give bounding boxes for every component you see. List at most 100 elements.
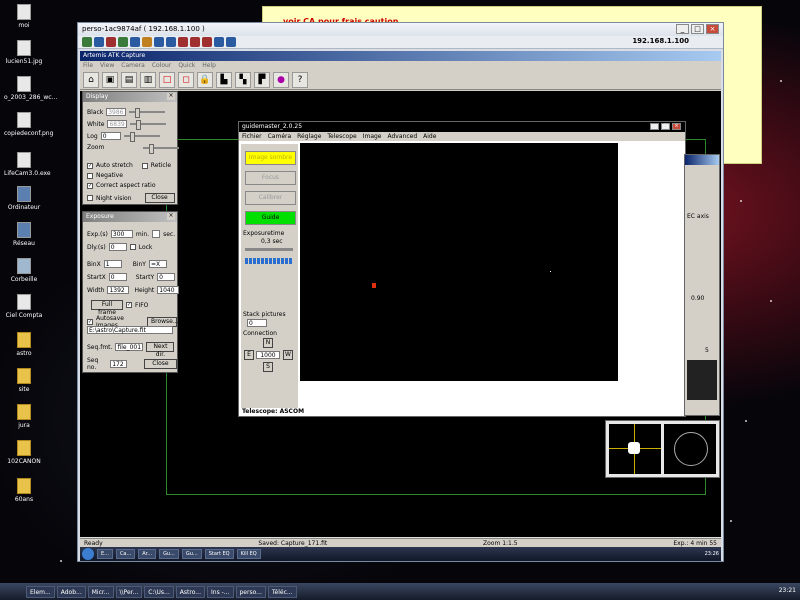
- guidemaster-titlebar[interactable]: guidemaster_2.0.25 _ □ ×: [239, 122, 685, 132]
- white-field[interactable]: 6839: [107, 120, 128, 128]
- calibrate-button[interactable]: Calibrer: [245, 191, 296, 205]
- taskbar-item[interactable]: \\Per...: [115, 585, 143, 598]
- desktop-icon[interactable]: site: [4, 368, 44, 393]
- menu-quick[interactable]: Quick: [178, 62, 195, 69]
- desktop-icon[interactable]: jura: [4, 404, 44, 429]
- menu-aide[interactable]: Aide: [423, 133, 436, 140]
- exposure-panel-header[interactable]: Exposure ×: [83, 212, 177, 222]
- network-icon[interactable]: [166, 37, 176, 47]
- desktop-icon[interactable]: 60ans: [4, 478, 44, 503]
- menu-camera[interactable]: Caméra: [268, 133, 292, 140]
- help-icon[interactable]: [226, 37, 236, 47]
- maximize-button[interactable]: □: [691, 24, 704, 34]
- desktop-icon[interactable]: copiedeconf.png: [4, 112, 53, 137]
- exp-field[interactable]: 300: [110, 230, 133, 238]
- north-button[interactable]: N: [263, 338, 273, 348]
- menu-reglage[interactable]: Réglage: [297, 133, 321, 140]
- correct-aspect-checkbox[interactable]: ✓: [87, 182, 93, 189]
- log-field[interactable]: 0: [100, 132, 121, 140]
- filter-icon[interactable]: ▙: [216, 72, 232, 88]
- zoom-slider[interactable]: [143, 143, 180, 154]
- partial-window[interactable]: EC axis 0.90 5: [684, 154, 720, 416]
- disconnect-icon[interactable]: [178, 37, 188, 47]
- west-button[interactable]: W: [283, 350, 293, 360]
- desktop-icon[interactable]: o_2003_286_wc...: [4, 76, 57, 101]
- maximize-button[interactable]: □: [661, 123, 670, 130]
- menu-advanced[interactable]: Advanced: [388, 133, 418, 140]
- fifo-checkbox[interactable]: ✓: [126, 302, 132, 308]
- negative-checkbox[interactable]: [87, 172, 93, 179]
- remote-task-item[interactable]: Gu...: [159, 549, 179, 559]
- taskbar-item[interactable]: C:\Us...: [144, 585, 174, 598]
- remote-task-item[interactable]: E...: [97, 549, 113, 559]
- minimize-button[interactable]: _: [676, 24, 689, 34]
- close-icon[interactable]: ×: [167, 93, 175, 100]
- display-close-button[interactable]: Close: [144, 193, 175, 203]
- refresh-icon[interactable]: [82, 37, 92, 47]
- folder-icon[interactable]: [142, 37, 152, 47]
- speed-field[interactable]: 1000: [256, 351, 280, 359]
- menu-file[interactable]: File: [83, 62, 93, 69]
- rdp-titlebar[interactable]: perso-1ac9874af ( 192.168.1.100 ) _ □ ×: [78, 23, 723, 36]
- taskbar-item[interactable]: Téléc...: [267, 585, 297, 598]
- exposure-panel[interactable]: Exposure × Exp.(s) 300 min. sec. Dly.(s)…: [82, 211, 180, 373]
- exposure-close-button[interactable]: Close: [143, 359, 177, 369]
- display-panel-icon[interactable]: ▤: [121, 72, 137, 88]
- stack-field[interactable]: 0: [247, 319, 267, 327]
- remote-task-item[interactable]: Start EQ: [204, 549, 234, 559]
- partial-window-titlebar[interactable]: [685, 155, 719, 165]
- filter-wheel-icon[interactable]: ▚: [235, 72, 251, 88]
- remote-task-item[interactable]: Gu...: [181, 549, 202, 559]
- taskbar-item[interactable]: Ins -...: [207, 585, 234, 598]
- minimize-button[interactable]: _: [650, 123, 659, 130]
- black-field[interactable]: 3986: [106, 108, 127, 116]
- display-panel[interactable]: Display × Black 3986 White 6839 Log 0 Zo…: [82, 91, 180, 205]
- capture-icon[interactable]: ⌂: [83, 72, 99, 88]
- taskbar-item[interactable]: perso...: [235, 585, 266, 598]
- menu-fichier[interactable]: Fichier: [242, 133, 262, 140]
- taskbar-item[interactable]: Elem...: [26, 585, 55, 598]
- keyboard-icon[interactable]: [130, 37, 140, 47]
- guide-button[interactable]: Guide: [245, 211, 296, 225]
- lock-icon[interactable]: 🔒: [197, 72, 213, 88]
- next-dir-button[interactable]: Next dir.: [146, 342, 175, 358]
- desktop-icon[interactable]: Ordinateur: [4, 186, 44, 211]
- atk-titlebar[interactable]: Artemis ATK Capture: [80, 51, 721, 61]
- taskbar-item[interactable]: Micr...: [87, 585, 114, 598]
- play-icon[interactable]: [118, 37, 128, 47]
- starty-field[interactable]: 0: [157, 273, 176, 281]
- save-path-field[interactable]: E:\astro\Capture.fit: [87, 326, 173, 334]
- height-field[interactable]: 1040: [157, 286, 180, 294]
- settings-icon[interactable]: [202, 37, 212, 47]
- close-icon[interactable]: ×: [167, 213, 175, 220]
- width-field[interactable]: 1392: [107, 286, 130, 294]
- camera-icon[interactable]: ▣: [102, 72, 118, 88]
- east-button[interactable]: E: [244, 350, 254, 360]
- desktop-icon[interactable]: Réseau: [4, 222, 44, 247]
- white-slider[interactable]: [130, 120, 167, 130]
- seqfmt-select[interactable]: file_001: [115, 343, 144, 351]
- menu-view[interactable]: View: [100, 62, 114, 69]
- autosave-checkbox[interactable]: ✓: [87, 319, 93, 325]
- auto-stretch-checkbox[interactable]: ✓: [87, 162, 93, 169]
- south-button[interactable]: S: [263, 362, 273, 372]
- display-icon[interactable]: [94, 37, 104, 47]
- startx-field[interactable]: 0: [108, 273, 127, 281]
- desktop-icon[interactable]: astro: [4, 332, 44, 357]
- desktop-icon[interactable]: moi: [4, 4, 44, 29]
- taskbar-item[interactable]: Adob...: [56, 585, 86, 598]
- biny-select[interactable]: =X: [148, 260, 167, 268]
- close-button[interactable]: ×: [706, 24, 719, 34]
- desktop-icon[interactable]: lucien51.jpg: [4, 40, 44, 65]
- sec-field[interactable]: [152, 230, 161, 238]
- stop-icon[interactable]: [106, 37, 116, 47]
- help-icon[interactable]: ?: [292, 72, 308, 88]
- histogram-icon[interactable]: ▥: [140, 72, 156, 88]
- desktop-icon[interactable]: LifeCam3.0.exe: [4, 152, 51, 177]
- remote-start-icon[interactable]: [82, 548, 94, 560]
- seqno-field[interactable]: 172: [110, 360, 127, 368]
- remote-task-item[interactable]: Ca...: [115, 549, 136, 559]
- subframe-icon[interactable]: □: [159, 72, 175, 88]
- desktop-icon[interactable]: Ciel Compta: [4, 294, 44, 319]
- remote-task-item[interactable]: Ar...: [138, 549, 157, 559]
